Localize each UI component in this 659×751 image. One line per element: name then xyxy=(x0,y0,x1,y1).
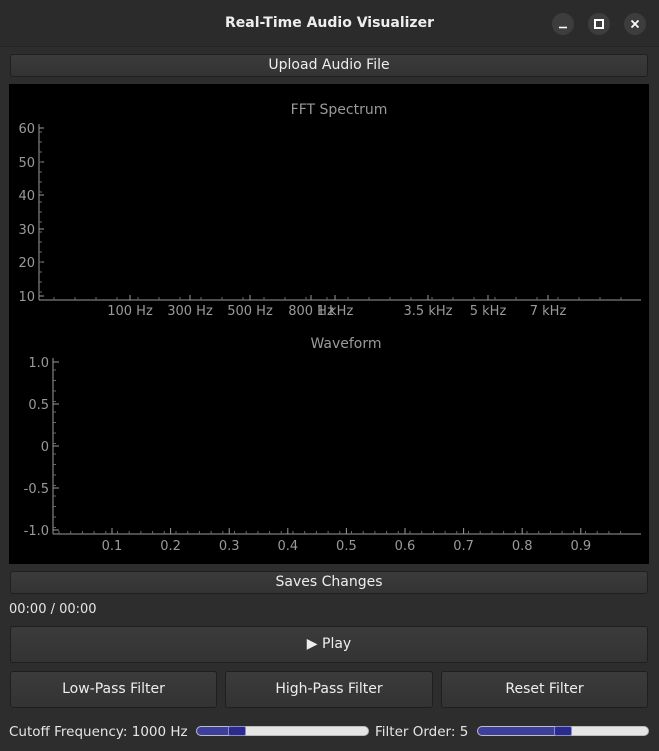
waveform-x-tick-label: 0.7 xyxy=(453,539,474,554)
fft-x-tick-label: 100 Hz xyxy=(107,304,153,319)
fft-y-tick-label: 10 xyxy=(18,290,35,305)
minimize-icon xyxy=(559,26,567,29)
waveform-y-tick-label: 0 xyxy=(41,440,49,455)
play-button[interactable]: ▶ Play xyxy=(10,626,648,663)
waveform-x-tick-label: 0.1 xyxy=(102,539,123,554)
fft-x-tick-label: 7 kHz xyxy=(530,304,567,319)
waveform-plot: Waveform 1.0 0.5 0 -0.5 -1.0 0.1 0.2 0.3 0.4 0.5… xyxy=(24,336,641,554)
fft-x-tick-label: 500 Hz xyxy=(227,304,273,319)
waveform-y-tick-label: 0.5 xyxy=(28,398,49,413)
reset-filter-button[interactable]: Reset Filter xyxy=(441,671,648,708)
fft-y-tick-label: 40 xyxy=(18,189,35,204)
waveform-title: Waveform xyxy=(310,336,381,352)
fft-y-tick-label: 30 xyxy=(18,223,35,238)
minimize-button[interactable] xyxy=(552,13,574,35)
fft-x-tick-label: 5 kHz xyxy=(470,304,507,319)
maximize-button[interactable] xyxy=(588,13,610,35)
waveform-x-tick-label: 0.8 xyxy=(512,539,533,554)
waveform-x-tick-label: 0.2 xyxy=(160,539,181,554)
waveform-x-tick-label: 0.6 xyxy=(395,539,416,554)
fft-spectrum-plot: FFT Spectrum 60 50 40 30 20 10 100 Hz 300 Hz 50… xyxy=(18,102,641,319)
waveform-x-tick-label: 0.3 xyxy=(219,539,240,554)
fft-x-tick-label: 3.5 kHz xyxy=(404,304,453,319)
fft-y-tick-label: 50 xyxy=(18,156,35,171)
waveform-y-tick-label: -0.5 xyxy=(24,482,49,497)
low-pass-filter-button[interactable]: Low-Pass Filter xyxy=(10,671,217,708)
waveform-x-tick-label: 0.5 xyxy=(336,539,357,554)
close-button[interactable] xyxy=(624,13,646,35)
cutoff-slider-handle[interactable] xyxy=(228,726,246,736)
fft-x-tick-label: 1 kHz xyxy=(317,304,354,319)
order-slider-handle[interactable] xyxy=(554,726,572,736)
waveform-x-tick-label: 0.4 xyxy=(277,539,298,554)
waveform-y-tick-label: 1.0 xyxy=(28,356,49,371)
waveform-x-tick-label: 0.9 xyxy=(570,539,591,554)
time-readout: 00:00 / 00:00 xyxy=(9,602,97,617)
plot-area: FFT Spectrum 60 50 40 30 20 10 100 Hz 300 Hz 50… xyxy=(9,84,649,564)
waveform-y-tick-label: -1.0 xyxy=(24,524,49,539)
order-slider-fill xyxy=(478,727,563,735)
upload-audio-button[interactable]: Upload Audio File xyxy=(10,54,648,77)
fft-y-tick-label: 20 xyxy=(18,256,35,271)
high-pass-filter-button[interactable]: High-Pass Filter xyxy=(225,671,433,708)
title-bar: Real-Time Audio Visualizer xyxy=(0,0,659,47)
cutoff-frequency-slider[interactable] xyxy=(196,726,369,736)
filter-order-slider[interactable] xyxy=(477,726,649,736)
fft-x-tick-label: 300 Hz xyxy=(167,304,213,319)
plots-canvas: FFT Spectrum 60 50 40 30 20 10 100 Hz 300 Hz 50… xyxy=(18,102,641,554)
filter-order-label: Filter Order: 5 xyxy=(375,724,469,740)
maximize-icon xyxy=(594,19,604,29)
fft-title: FFT Spectrum xyxy=(291,102,388,118)
fft-y-tick-label: 60 xyxy=(18,122,35,137)
close-icon xyxy=(630,19,640,29)
save-changes-button[interactable]: Saves Changes xyxy=(10,571,648,594)
cutoff-frequency-label: Cutoff Frequency: 1000 Hz xyxy=(9,724,188,740)
